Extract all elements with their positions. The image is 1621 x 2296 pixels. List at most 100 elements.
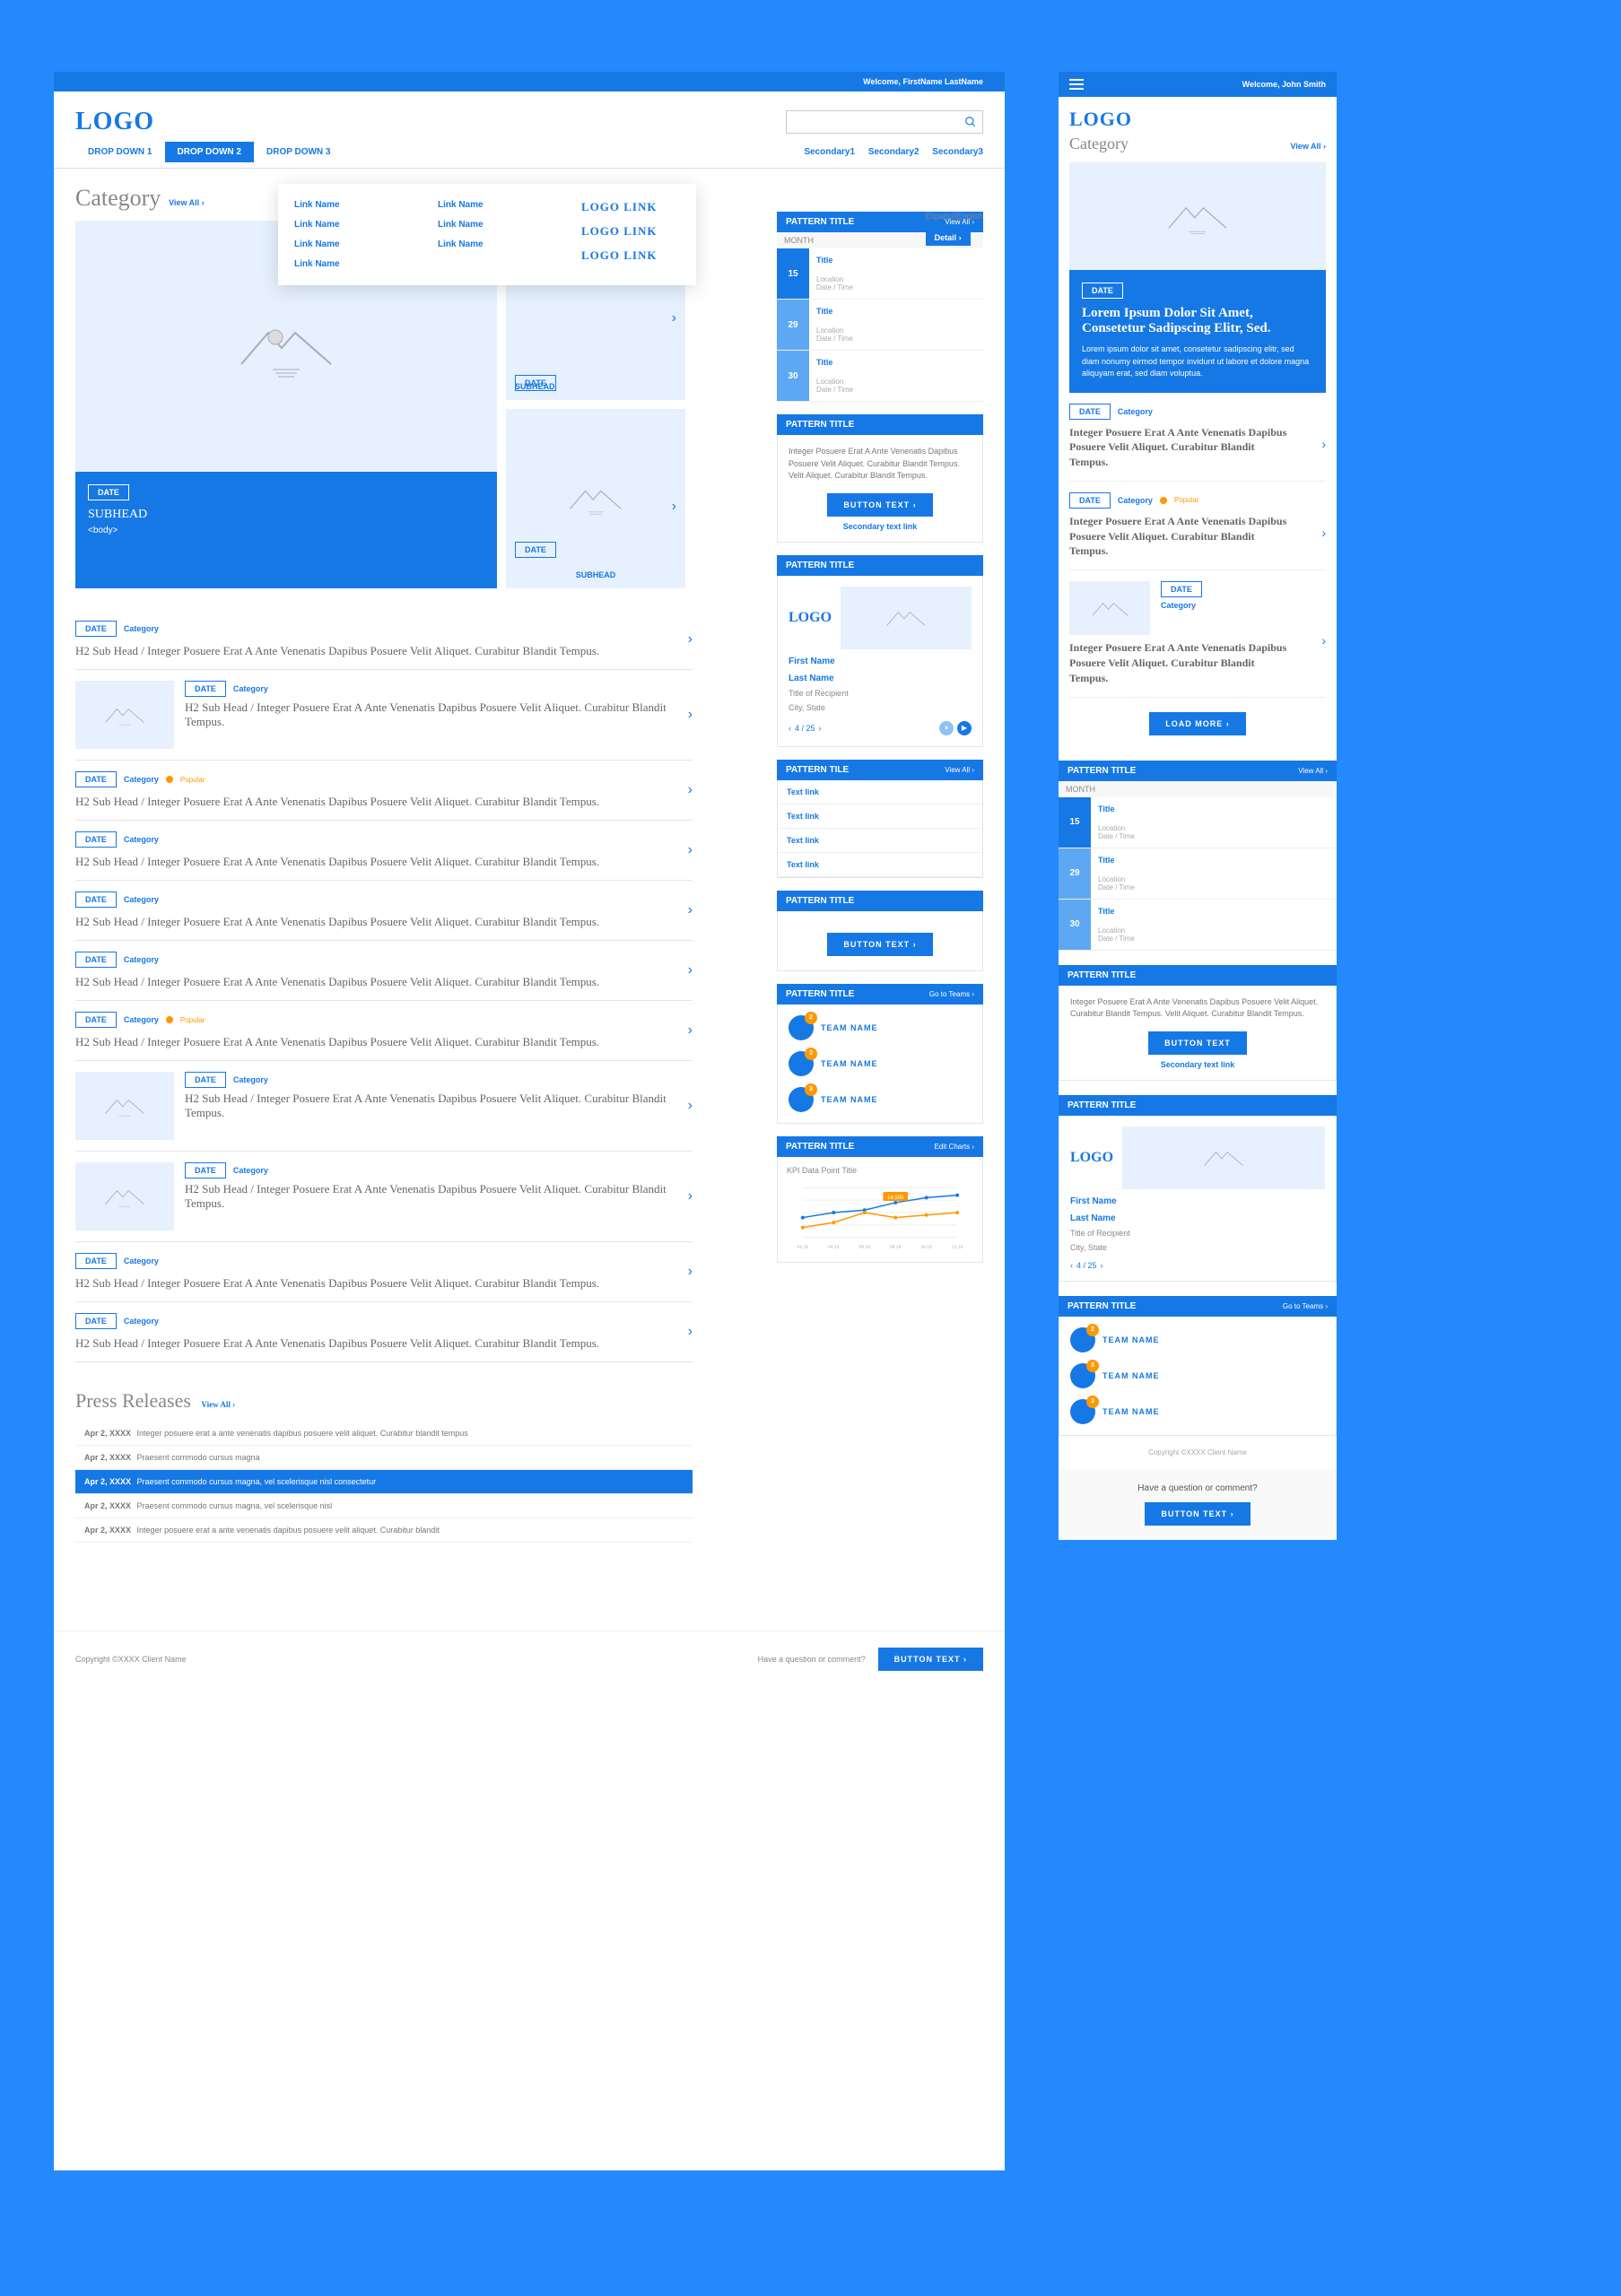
linklist-view-all[interactable]: View All › [945,766,974,774]
mega-link[interactable]: Link Name [294,220,393,230]
lang-es[interactable]: Español [926,212,955,221]
calendar-item-title: Title [816,307,976,316]
press-item[interactable]: Apr 2, XXXX Integer posuere erat a ante … [75,1422,693,1446]
calendar-item[interactable]: 29TitleLocationDate / Time [777,300,983,351]
team-row[interactable]: 3TEAM NAME [1065,1358,1330,1394]
mega-link[interactable]: Link Name [294,200,393,210]
list-item[interactable]: DATECategoryH2 Sub Head / Integer Posuer… [75,821,693,881]
press-item[interactable]: Apr 2, XXXX Praesent commodo cursus magn… [75,1446,693,1470]
team-row[interactable]: 2TEAM NAME [1065,1322,1330,1358]
pager-prev[interactable]: ‹ [789,724,791,733]
nav-dropdown-2[interactable]: DROP DOWN 2 [165,142,255,162]
mega-link[interactable]: Link Name [294,239,393,249]
secondary-nav-3[interactable]: Secondary3 [932,147,983,157]
press-date: Apr 2, XXXX [84,1477,131,1486]
mega-link[interactable]: Link Name [438,239,536,249]
detail-button[interactable]: Detail › [926,230,971,246]
hamburger-icon[interactable] [1069,79,1084,90]
m-pager-next[interactable]: › [1101,1261,1103,1270]
m-pager-prev[interactable]: ‹ [1070,1261,1073,1270]
list-item[interactable]: DATECategoryH2 Sub Head / Integer Posuer… [75,1242,693,1302]
team-name: TEAM NAME [1102,1407,1160,1416]
list-item[interactable]: DATECategoryH2 Sub Head / Integer Posuer… [75,941,693,1001]
pager-next[interactable]: › [819,724,822,733]
teams-go[interactable]: Go to Teams › [929,990,974,998]
view-all-link[interactable]: View All › [169,198,205,207]
cta1-header: PATTERN TITLE [777,414,983,435]
press-item[interactable]: Apr 2, XXXX Praesent commodo cursus magn… [75,1470,693,1494]
nav-dropdown-3[interactable]: DROP DOWN 3 [254,142,344,162]
pause-icon[interactable]: ⏸ [939,721,954,735]
list-item[interactable]: DATECategoryPopularH2 Sub Head / Integer… [75,761,693,821]
press-item[interactable]: Apr 2, XXXX Praesent commodo cursus magn… [75,1494,693,1518]
date-tag: DATE [75,1012,117,1028]
m-cta1-button[interactable]: BUTTON TEXT [1148,1031,1247,1055]
mega-logo-link[interactable]: LOGO LINK [581,224,680,239]
popular-label: Popular [180,776,205,784]
nav-dropdown-1[interactable]: DROP DOWN 1 [75,142,165,162]
list-item[interactable]: DATECategoryH2 Sub Head / Integer Posuer… [75,610,693,670]
sidebar-text-link[interactable]: Text link [778,780,982,804]
m-list-item[interactable]: DATECategory Integer Posuere Erat A Ante… [1069,393,1326,482]
cta1-button[interactable]: BUTTON TEXT › [827,493,932,517]
m-list-item[interactable]: DATECategoryPopular Integer Posuere Erat… [1069,482,1326,570]
m-item-title: Integer Posuere Erat A Ante Venenatis Da… [1069,514,1294,559]
list-item[interactable]: DATECategoryH2 Sub Head / Integer Posuer… [75,670,693,761]
lang-en[interactable]: |English [954,212,983,221]
m-teams-go[interactable]: Go to Teams › [1283,1302,1328,1310]
mega-logo-link[interactable]: LOGO LINK [581,248,680,263]
list-item[interactable]: DATECategoryH2 Sub Head / Integer Posuer… [75,1302,693,1362]
m-footer-button[interactable]: BUTTON TEXT › [1145,1502,1250,1526]
m-list-item[interactable]: DATECategory Integer Posuere Erat A Ante… [1069,570,1326,697]
m-cta1-secondary[interactable]: Secondary text link [1070,1060,1325,1069]
press-view-all[interactable]: View All › [201,1400,235,1409]
m-hero[interactable]: DATE Lorem Ipsum Dolor Sit Amet, Consete… [1069,270,1326,393]
press-item[interactable]: Apr 2, XXXX Integer posuere erat a ante … [75,1518,693,1543]
m-view-all[interactable]: View All › [1290,142,1326,151]
team-row[interactable]: 3TEAM NAME [783,1046,977,1082]
m-cal-view-all[interactable]: View All › [1298,767,1328,775]
team-row[interactable]: 2TEAM NAME [783,1010,977,1046]
secondary-nav-2[interactable]: Secondary2 [868,147,919,157]
mid-card-2[interactable]: DATE SUBHEAD › [506,409,685,588]
pager-count: 4 / 25 [795,724,815,733]
calendar-item[interactable]: 30TitleLocationDate / Time [1059,900,1337,951]
calendar-date: 15 [777,248,809,299]
calendar-item[interactable]: 29TitleLocationDate / Time [1059,848,1337,900]
chevron-right-icon: › [688,1188,693,1205]
team-row[interactable]: 3TEAM NAME [783,1082,977,1118]
cta2-button[interactable]: BUTTON TEXT › [827,933,932,956]
mobile-user-bar: Welcome, John Smith [1059,72,1337,97]
calendar-item[interactable]: 30TitleLocationDate / Time [777,351,983,402]
mega-logo-link[interactable]: LOGO LINK [581,200,680,214]
list-item[interactable]: DATECategoryH2 Sub Head / Integer Posuer… [75,881,693,941]
sidebar-text-link[interactable]: Text link [778,829,982,853]
sidebar-text-link[interactable]: Text link [778,804,982,829]
chevron-right-icon: › [688,1264,693,1280]
m-logo[interactable]: LOGO [1069,108,1326,131]
kpi-edit[interactable]: Edit Charts › [935,1143,974,1151]
mega-link[interactable]: Link Name [438,220,536,230]
item-title: H2 Sub Head / Integer Posuere Erat A Ant… [75,1035,632,1049]
footer-button[interactable]: BUTTON TEXT › [878,1648,983,1671]
mega-link[interactable]: Link Name [438,200,536,210]
play-icon[interactable]: ▶ [957,721,972,735]
list-item[interactable]: DATECategoryPopularH2 Sub Head / Integer… [75,1001,693,1061]
press-date: Apr 2, XXXX [84,1453,131,1462]
m-cal-month: MONTH [1059,781,1337,797]
secondary-nav-1[interactable]: Secondary1 [804,147,855,157]
date-tag: DATE [75,771,117,787]
list-item[interactable]: DATECategoryH2 Sub Head / Integer Posuer… [75,1152,693,1242]
sidebar-text-link[interactable]: Text link [778,853,982,877]
press-text: Integer posuere erat a ante venenatis da… [137,1526,440,1535]
calendar-item[interactable]: 15TitleLocationDate / Time [777,248,983,300]
logo[interactable]: LOGO [75,108,154,136]
mega-link[interactable]: Link Name [294,259,393,269]
load-more-button[interactable]: LOAD MORE › [1149,712,1246,735]
cta1-secondary[interactable]: Secondary text link [789,522,972,531]
search-input[interactable] [786,110,983,134]
svg-text:10.19: 10.19 [921,1244,933,1249]
team-row[interactable]: 3TEAM NAME [1065,1394,1330,1430]
calendar-item[interactable]: 15TitleLocationDate / Time [1059,797,1337,848]
list-item[interactable]: DATECategoryH2 Sub Head / Integer Posuer… [75,1061,693,1152]
